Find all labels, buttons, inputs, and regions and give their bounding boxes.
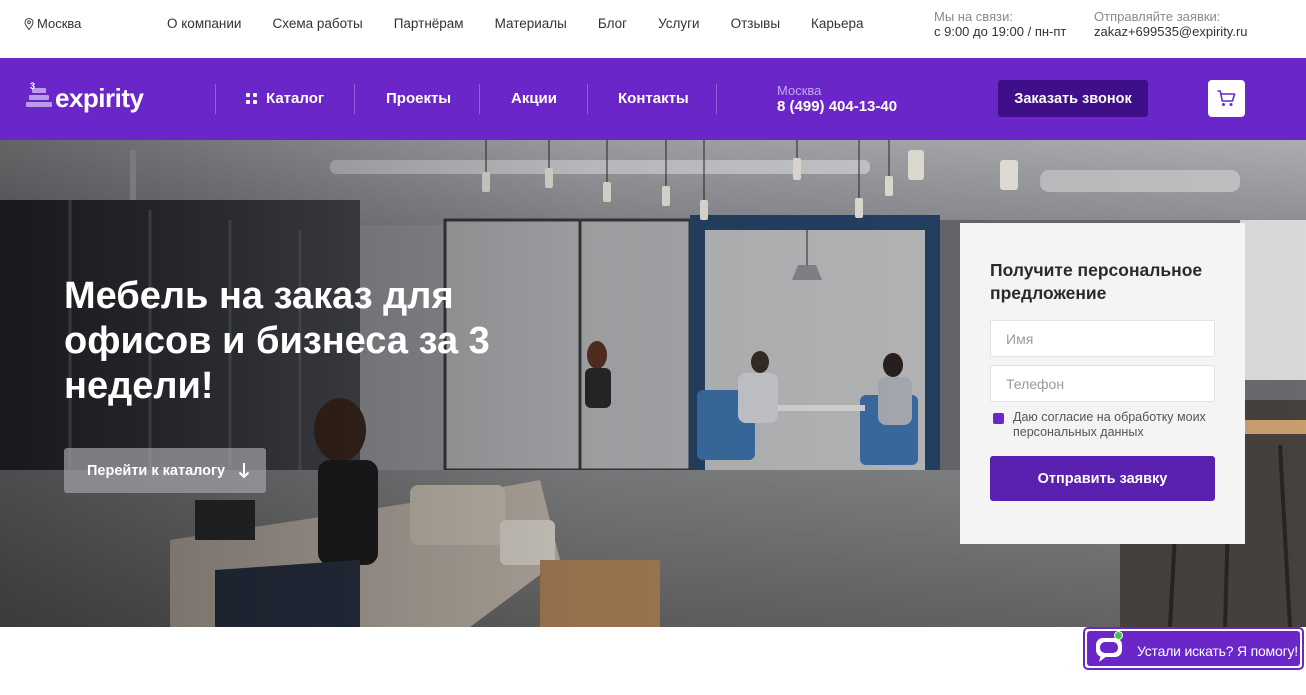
top-nav-services[interactable]: Услуги	[658, 16, 700, 31]
consent-checkbox-row[interactable]: Даю согласие на обработку моих персональ…	[993, 410, 1218, 440]
main-header: expirity Каталог Проекты Акции Контакты …	[0, 58, 1306, 140]
divider	[354, 84, 355, 114]
top-nav-partners[interactable]: Партнёрам	[394, 16, 464, 31]
city-label: Москва	[37, 16, 82, 31]
city-selector[interactable]: Москва	[24, 16, 81, 31]
nav-catalog[interactable]: Каталог	[266, 90, 324, 107]
submit-request-button[interactable]: Отправить заявку	[990, 456, 1215, 501]
name-input[interactable]	[990, 320, 1215, 357]
working-hours-label: Мы на связи:	[934, 9, 1013, 24]
nav-promo[interactable]: Акции	[511, 90, 557, 107]
working-hours: Мы на связи: с 9:00 до 19:00 / пн-пт	[934, 9, 1066, 39]
top-bar: Москва О компании Схема работы Партнёрам…	[0, 0, 1306, 58]
divider	[215, 84, 216, 114]
phone-city: Москва	[777, 83, 822, 98]
working-hours-value: с 9:00 до 19:00 / пн-пт	[934, 24, 1067, 39]
cart-icon	[1217, 90, 1236, 106]
go-to-catalog-label: Перейти к каталогу	[87, 462, 226, 479]
online-status-dot	[1114, 631, 1123, 640]
consent-checkbox[interactable]	[993, 413, 1004, 424]
chat-widget[interactable]: Устали искать? Я помогу!	[1083, 627, 1304, 670]
arrow-down-icon	[238, 463, 250, 479]
order-email-link[interactable]: zakaz+699535@expirity.ru	[1094, 24, 1248, 39]
location-pin-icon	[24, 17, 34, 30]
top-nav-reviews[interactable]: Отзывы	[731, 16, 780, 31]
top-nav-workflow[interactable]: Схема работы	[272, 16, 362, 31]
top-nav: О компании Схема работы Партнёрам Матери…	[167, 16, 894, 31]
top-nav-blog[interactable]: Блог	[598, 16, 627, 31]
chat-label: Устали искать? Я помогу!	[1137, 643, 1298, 659]
order-email-label: Отправляйте заявки:	[1094, 9, 1221, 24]
consent-label: Даю согласие на обработку моих персональ…	[1013, 410, 1206, 439]
cart-count-badge: 3	[30, 81, 36, 91]
lead-form: Получите персональное предложение Даю со…	[960, 223, 1245, 544]
divider	[716, 84, 717, 114]
phone-number[interactable]: 8 (499) 404-13-40	[777, 99, 897, 114]
top-nav-materials[interactable]: Материалы	[495, 16, 567, 31]
form-title: Получите персональное предложение	[990, 260, 1203, 303]
catalog-grid-icon	[246, 93, 258, 105]
order-email: Отправляйте заявки: zakaz+699535@expirit…	[1094, 9, 1248, 39]
callback-button[interactable]: Заказать звонок	[998, 80, 1148, 117]
hero-title: Мебель на заказ для офисов и бизнеса за …	[64, 275, 490, 407]
logo-text: expirity	[55, 83, 144, 113]
cart-button[interactable]	[1208, 80, 1245, 117]
phone-input[interactable]	[990, 365, 1215, 402]
chat-bubble-icon	[1096, 638, 1122, 662]
divider	[587, 84, 588, 114]
top-nav-career[interactable]: Карьера	[811, 16, 863, 31]
logo[interactable]: expirity	[26, 83, 144, 113]
nav-contacts[interactable]: Контакты	[618, 90, 689, 107]
nav-projects[interactable]: Проекты	[386, 90, 451, 107]
divider	[479, 84, 480, 114]
header-phone[interactable]: Москва 8 (499) 404-13-40	[777, 83, 897, 114]
top-nav-about[interactable]: О компании	[167, 16, 241, 31]
go-to-catalog-button[interactable]: Перейти к каталогу	[64, 448, 266, 493]
